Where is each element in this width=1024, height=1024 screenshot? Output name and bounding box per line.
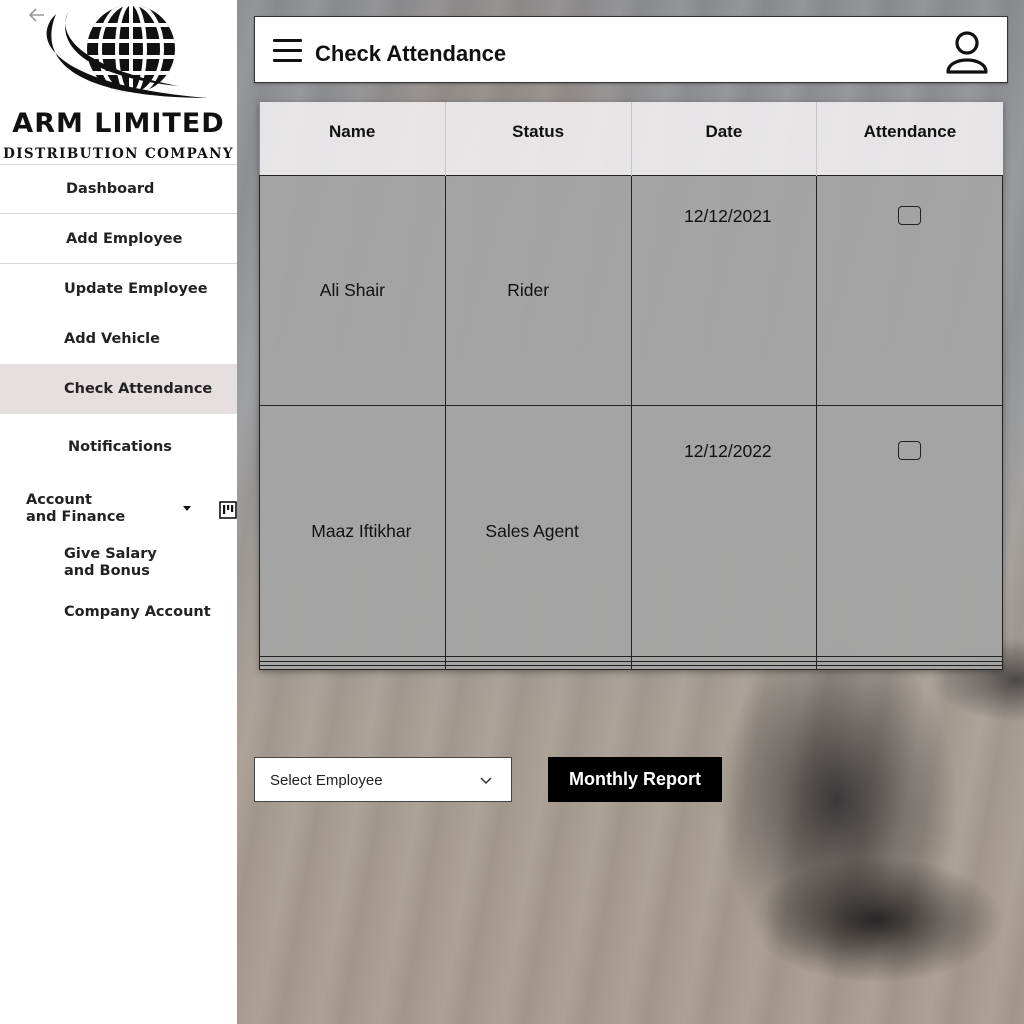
caret-down-icon[interactable]: [183, 506, 191, 511]
sidebar-item-dashboard[interactable]: Dashboard: [0, 164, 237, 214]
table-header-row: Name Status Date Attendance: [259, 102, 1003, 175]
sidebar-item-check-attendance[interactable]: Check Attendance: [0, 364, 237, 414]
sidebar-subitem-give-salary[interactable]: Give Salary and Bonus: [64, 546, 164, 580]
arrow-left-icon[interactable]: [28, 6, 46, 24]
logo-subtitle: DISTRIBUTION COMPANY: [3, 146, 234, 162]
company-logo: ARM LIMITED DISTRIBUTION COMPANY: [0, 0, 237, 165]
chevron-down-icon: [480, 777, 492, 785]
attendance-table: Name Status Date Attendance Ali Shair Ri…: [259, 102, 1003, 671]
sidebar-item-label: Update Employee: [64, 281, 208, 297]
sidebar-subitem-company-account[interactable]: Company Account: [64, 604, 211, 621]
cell-date: 12/12/2022: [630, 404, 818, 658]
cell-status: Sales Agent: [444, 404, 632, 658]
sidebar-group-account-finance[interactable]: Account and Finance: [26, 492, 126, 526]
cell-name: Ali Shair: [259, 174, 446, 406]
logo-title: ARM LIMITED: [12, 108, 225, 139]
cell-attendance: [816, 404, 1003, 658]
table-row: Maaz Iftikhar Sales Agent 12/12/2022: [259, 404, 1003, 658]
empty-cell: [816, 664, 1003, 671]
empty-cell: [444, 664, 632, 671]
sidebar-item-add-employee[interactable]: Add Employee: [0, 214, 237, 264]
user-icon[interactable]: [945, 29, 989, 75]
sidebar-item-notifications[interactable]: Notifications: [0, 422, 237, 472]
sidebar-item-update-employee[interactable]: Update Employee: [0, 264, 237, 314]
column-header-name[interactable]: Name: [259, 102, 446, 175]
column-header-attendance[interactable]: Attendance: [816, 102, 1003, 175]
page-title: Check Attendance: [315, 41, 507, 66]
cell-attendance: [816, 174, 1003, 406]
monthly-report-button[interactable]: Monthly Report: [548, 757, 722, 802]
cell-status: Rider: [444, 174, 632, 406]
select-employee-dropdown[interactable]: Select Employee: [254, 757, 512, 802]
column-header-date[interactable]: Date: [631, 102, 818, 175]
kanban-icon[interactable]: [219, 501, 237, 519]
empty-cell: [630, 664, 818, 671]
sidebar-item-label: Add Employee: [66, 231, 183, 247]
hamburger-menu-icon[interactable]: [273, 39, 303, 65]
table-row-empty: [259, 664, 1003, 671]
table-row: Ali Shair Rider 12/12/2021: [259, 174, 1003, 406]
select-employee-label: Select Employee: [270, 772, 383, 789]
empty-cell: [259, 664, 446, 671]
sidebar-item-label: Notifications: [68, 439, 172, 455]
column-header-status[interactable]: Status: [445, 102, 632, 175]
sidebar: ARM LIMITED DISTRIBUTION COMPANY Dashboa…: [0, 0, 237, 1024]
attendance-checkbox[interactable]: [898, 205, 922, 225]
globe-logo-icon: [46, 6, 208, 98]
sidebar-item-label: Dashboard: [66, 181, 155, 197]
cell-name: Maaz Iftikhar: [259, 404, 446, 658]
attendance-checkbox[interactable]: [898, 440, 922, 460]
sidebar-item-label: Add Vehicle: [64, 331, 160, 347]
cell-date: 12/12/2021: [630, 174, 818, 406]
sidebar-item-add-vehicle[interactable]: Add Vehicle: [0, 314, 237, 364]
sidebar-item-label: Check Attendance: [64, 381, 213, 397]
top-header: Check Attendance: [254, 16, 1008, 83]
